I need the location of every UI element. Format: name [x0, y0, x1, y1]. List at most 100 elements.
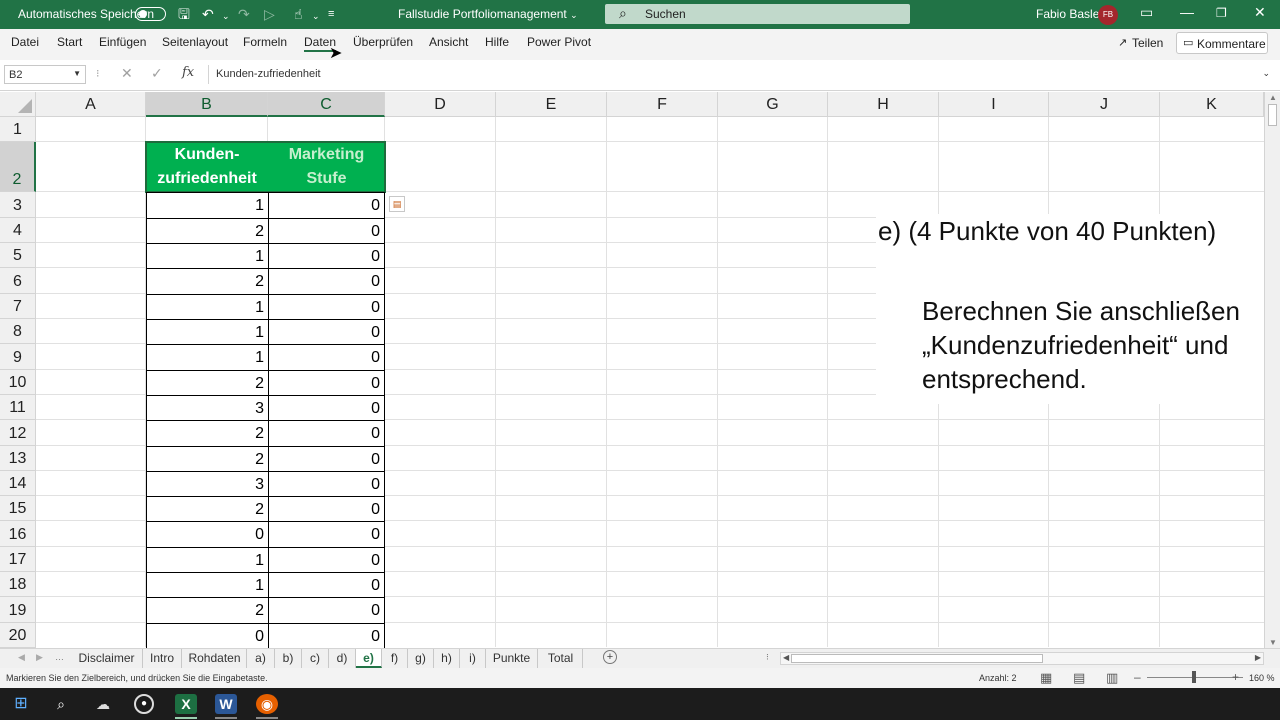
cell-b15[interactable]: 2 — [146, 496, 269, 522]
column-header-e[interactable]: E — [496, 92, 607, 117]
cell-b20[interactable]: 0 — [146, 623, 269, 649]
tab-ueberpruefen[interactable]: Überprüfen — [353, 35, 413, 49]
cell-c15[interactable]: 0 — [268, 496, 385, 522]
sheet-tab-e[interactable]: e) — [356, 649, 382, 668]
row-header-2[interactable]: 2 — [0, 142, 36, 192]
row-header-16[interactable]: 16 — [0, 521, 36, 547]
windows-start-icon[interactable]: ⊞ — [10, 694, 32, 714]
excel-app-icon[interactable]: X — [175, 694, 197, 714]
cell-b18[interactable]: 1 — [146, 572, 269, 598]
name-box[interactable]: B2 ▼ — [4, 65, 86, 84]
ribbon-display-icon[interactable]: ▭ — [1140, 4, 1153, 21]
page-layout-view-icon[interactable]: ▤ — [1073, 670, 1085, 686]
sheet-tab-g[interactable]: g) — [408, 649, 434, 668]
column-header-d[interactable]: D — [385, 92, 496, 117]
restore-icon[interactable]: ❐ — [1216, 6, 1227, 20]
cell-b19[interactable]: 2 — [146, 597, 269, 624]
format-painter-icon[interactable]: ▷ — [264, 5, 275, 23]
comments-button[interactable]: ▭ Kommentare — [1176, 32, 1268, 54]
select-all-corner[interactable] — [0, 92, 36, 117]
row-header-3[interactable]: 3 — [0, 192, 36, 218]
sheet-tab-rohdaten[interactable]: Rohdaten — [183, 649, 247, 668]
row-header-19[interactable]: 19 — [0, 597, 36, 623]
cell-b3[interactable]: 1 — [146, 192, 269, 219]
add-sheet-icon[interactable]: + — [603, 650, 617, 664]
h-scrollbar-thumb[interactable] — [791, 654, 1043, 663]
scroll-up-icon[interactable]: ▲ — [1269, 93, 1277, 102]
cell-b17[interactable]: 1 — [146, 547, 269, 573]
autosave-toggle[interactable] — [135, 7, 166, 21]
chevron-down-icon[interactable]: ▼ — [73, 69, 81, 78]
tab-power-pivot[interactable]: Power Pivot — [527, 35, 591, 49]
sheet-tab-f[interactable]: f) — [382, 649, 408, 668]
scrollbar-thumb[interactable] — [1268, 104, 1277, 126]
row-header-8[interactable]: 8 — [0, 319, 36, 344]
sheet-tab-disclaimer[interactable]: Disclaimer — [71, 649, 143, 668]
cell-b7[interactable]: 1 — [146, 294, 269, 320]
cell-c10[interactable]: 0 — [268, 370, 385, 396]
row-header-10[interactable]: 10 — [0, 370, 36, 395]
cell-c5[interactable]: 0 — [268, 243, 385, 269]
cell-b16[interactable]: 0 — [146, 521, 269, 548]
scroll-left-icon[interactable]: ◀ — [783, 653, 789, 662]
scroll-right-icon[interactable]: ▶ — [1255, 653, 1261, 662]
cell-b8[interactable]: 1 — [146, 319, 269, 345]
page-break-view-icon[interactable]: ▥ — [1106, 670, 1118, 686]
touch-mode-icon[interactable]: ☝ — [294, 5, 303, 23]
cell-c16[interactable]: 0 — [268, 521, 385, 548]
close-icon[interactable]: ✕ — [1254, 4, 1266, 21]
column-header-h[interactable]: H — [828, 92, 939, 117]
cell-c8[interactable]: 0 — [268, 319, 385, 345]
cell-c11[interactable]: 0 — [268, 395, 385, 421]
normal-view-icon[interactable]: ▦ — [1040, 670, 1052, 686]
cell-c4[interactable]: 0 — [268, 218, 385, 244]
column-header-f[interactable]: F — [607, 92, 718, 117]
scroll-down-icon[interactable]: ▼ — [1269, 638, 1277, 647]
row-header-14[interactable]: 14 — [0, 471, 36, 496]
cell-b9[interactable]: 1 — [146, 344, 269, 371]
cell-b12[interactable]: 2 — [146, 420, 269, 447]
redo-icon[interactable]: ↷ — [238, 5, 250, 23]
cell-c3[interactable]: 0 — [268, 192, 385, 219]
row-header-17[interactable]: 17 — [0, 547, 36, 572]
sheet-tab-total[interactable]: Total — [539, 649, 583, 668]
column-header-a[interactable]: A — [36, 92, 146, 117]
cell-c13[interactable]: 0 — [268, 446, 385, 472]
column-header-i[interactable]: I — [939, 92, 1049, 117]
cell-c12[interactable]: 0 — [268, 420, 385, 447]
next-sheet-icon[interactable]: ▶ — [36, 652, 43, 663]
row-header-7[interactable]: 7 — [0, 294, 36, 319]
word-app-icon[interactable]: W — [215, 694, 237, 714]
column-header-k[interactable]: K — [1160, 92, 1264, 117]
people-app-icon[interactable]: ☁ — [92, 694, 114, 714]
prev-sheet-icon[interactable]: ◀ — [18, 652, 25, 663]
sheet-tab-punkte[interactable]: Punkte — [486, 649, 538, 668]
more-sheets-icon[interactable]: … — [55, 652, 64, 662]
tab-einfuegen[interactable]: Einfügen — [99, 35, 146, 49]
row-header-12[interactable]: 12 — [0, 420, 36, 446]
share-button[interactable]: ↗ Teilen — [1112, 32, 1172, 54]
document-title[interactable]: Fallstudie Portfoliomanagement ⌄ — [398, 7, 578, 21]
taskbar-search-icon[interactable]: ⌕ — [50, 694, 72, 714]
sheet-tab-b[interactable]: b) — [275, 649, 302, 668]
cell-c14[interactable]: 0 — [268, 471, 385, 497]
cell-b14[interactable]: 3 — [146, 471, 269, 497]
tab-ansicht[interactable]: Ansicht — [429, 35, 468, 49]
cancel-icon[interactable]: ✕ — [121, 65, 133, 82]
row-header-6[interactable]: 6 — [0, 268, 36, 294]
enter-icon[interactable]: ✓ — [151, 65, 163, 82]
sheet-tab-c[interactable]: c) — [302, 649, 329, 668]
column-header-b[interactable]: B — [146, 92, 268, 117]
quick-analysis-icon[interactable]: ▤ — [389, 196, 405, 212]
column-header-g[interactable]: G — [718, 92, 828, 117]
cell-b6[interactable]: 2 — [146, 268, 269, 295]
cell-c7[interactable]: 0 — [268, 294, 385, 320]
cell-c6[interactable]: 0 — [268, 268, 385, 295]
cell-b13[interactable]: 2 — [146, 446, 269, 472]
formula-input[interactable]: Kunden-zufriedenheit ⌄ — [208, 65, 1274, 84]
column-header-c[interactable]: C — [268, 92, 385, 117]
search-box[interactable]: ⌕ Suchen — [605, 4, 910, 24]
undo-dropdown-icon[interactable]: ⌄ — [222, 7, 230, 25]
cell-c9[interactable]: 0 — [268, 344, 385, 371]
cell-c17[interactable]: 0 — [268, 547, 385, 573]
